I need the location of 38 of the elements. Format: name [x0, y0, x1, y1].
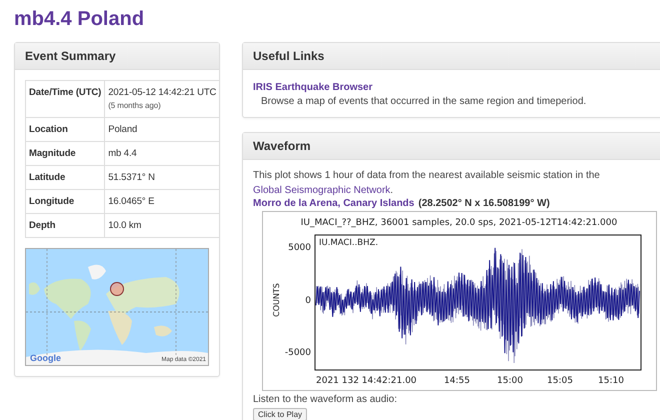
trace-label: IU.MACI..BHZ. — [319, 238, 378, 248]
table-cell: Poland — [104, 118, 220, 142]
x-tick-label: 14:55 — [444, 376, 470, 386]
epicenter-marker-icon[interactable] — [110, 282, 124, 296]
panel-header: Useful Links — [243, 43, 660, 70]
page-title: mb4.4 Poland — [14, 7, 146, 32]
table-cell: Depth — [26, 214, 105, 238]
x-tick-label: 2021 132 14:42:21.00 — [316, 376, 417, 386]
y-tick-label: -5000 — [284, 348, 311, 358]
station-coordinates: (28.2502° N x 16.508199° W) — [418, 198, 550, 209]
table-cell: Magnitude — [26, 142, 105, 166]
link-description: Browse a map of events that occurred in the same region and timeperiod. — [260, 95, 588, 107]
plot-title: IU_MACI_??_BHZ, 36001 samples, 20.0 sps, 2021-05-12T14:42:21.000 — [300, 218, 618, 228]
table-cell: Longitude — [26, 190, 105, 214]
table-cell: 10.0 km — [104, 214, 220, 238]
panel-header: Event Summary — [15, 43, 219, 70]
map-logo: Google — [30, 353, 61, 363]
y-tick-label: 0 — [305, 296, 311, 306]
relative-time: (5 months ago) — [108, 100, 162, 112]
panel-header: Waveform — [243, 133, 660, 160]
audio-label: Listen to the waveform as audio: — [253, 394, 398, 405]
table-cell: Location — [26, 118, 105, 142]
y-tick-label: 5000 — [288, 243, 311, 253]
table-cell: Date/Time (UTC) — [26, 80, 105, 118]
network-link[interactable]: Global Seismographic Network — [253, 185, 390, 196]
table-cell: mb 4.4 — [104, 142, 220, 166]
table-cell: 51.5371° N — [104, 166, 220, 190]
x-tick-label: 15:05 — [547, 376, 573, 386]
table-cell: 16.0465° E — [104, 190, 220, 214]
y-axis-label: COUNTS — [272, 283, 281, 317]
waveform-description: This plot shows 1 hour of data from the nearest available seismic station in the Global Seismographic Network. — [253, 169, 601, 198]
station-link[interactable]: Morro de la Arena, Canary Islands — [253, 198, 414, 209]
play-button[interactable]: Click to Play — [253, 408, 308, 420]
table-cell: 2021-05-12 14:42:21 UTC — [108, 87, 216, 98]
x-tick-label: 15:10 — [598, 376, 624, 386]
table-cell: Latitude — [26, 166, 105, 190]
browser-link[interactable]: IRIS Earthquake Browser — [253, 82, 372, 93]
x-tick-label: 15:00 — [497, 376, 523, 386]
